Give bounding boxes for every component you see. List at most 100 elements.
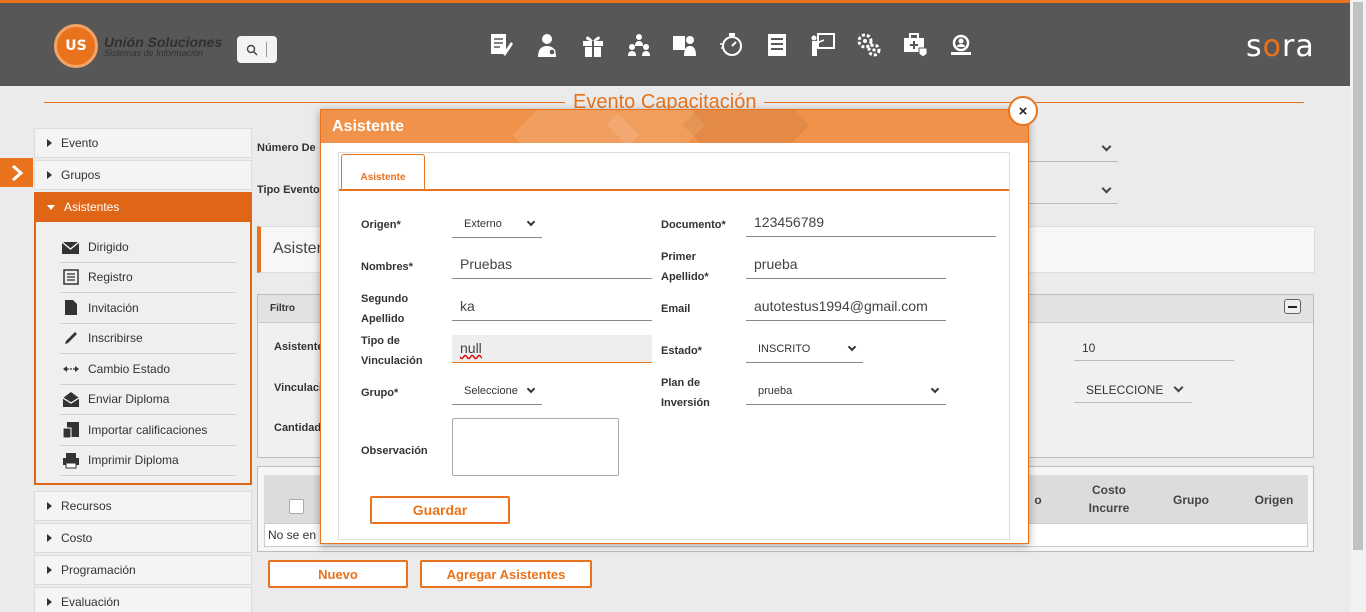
menu-item-programacion[interactable]: Programación	[34, 555, 252, 585]
submenu-item-imprimir-diploma[interactable]: Imprimir Diploma	[60, 446, 236, 476]
caret-right-icon	[47, 502, 52, 510]
grid-col-costo-incurre[interactable]: Costo Incurre	[1076, 481, 1142, 517]
tipo-evento-label: Tipo Evento	[257, 184, 320, 196]
search-people-icon[interactable]	[948, 31, 974, 59]
segundo-apellido-input[interactable]: ka	[452, 293, 652, 321]
primer-apellido-input[interactable]: prueba	[746, 251, 946, 279]
nombres-input[interactable]: Pruebas	[452, 251, 652, 279]
submenu-label: Imprimir Diploma	[88, 453, 179, 468]
nuevo-button[interactable]: Nuevo	[268, 560, 408, 588]
grid-col-grupo[interactable]: Grupo	[1159, 491, 1223, 509]
filter-select[interactable]: SELECCIONE	[1074, 377, 1192, 403]
select-all-checkbox[interactable]	[289, 499, 304, 514]
chevron-down-icon	[930, 384, 940, 394]
collapse-button[interactable]	[1284, 299, 1301, 314]
submenu-item-inscribirse[interactable]: Inscribirse	[60, 324, 236, 354]
import-icon	[60, 421, 82, 439]
estado-label: Estado*	[661, 345, 702, 357]
asistentes-submenu: Dirigido Registro Invitación Inscribirse…	[34, 222, 252, 485]
grid-col-partial[interactable]: o	[1028, 491, 1048, 509]
plan-inversion-select[interactable]: prueba	[746, 379, 946, 405]
menu-item-label: Evento	[61, 136, 99, 150]
estado-value: INSCRITO	[758, 343, 811, 355]
tipo-vinculacion-label: Tipo de Vinculación	[361, 335, 423, 367]
submenu-item-invitacion[interactable]: Invitación	[60, 293, 236, 324]
brand-logo: sora	[1246, 29, 1315, 64]
sidebar-toggle[interactable]	[0, 158, 33, 187]
document-edit-icon[interactable]	[488, 31, 514, 59]
presentation-icon[interactable]	[810, 31, 836, 59]
modal-header[interactable]: Asistente	[321, 110, 1028, 143]
close-icon[interactable]: ×	[1008, 96, 1038, 126]
filter-vinculacion-label: Vinculaci	[274, 382, 323, 394]
numero-label: Número De	[257, 142, 316, 154]
submenu-item-dirigido[interactable]: Dirigido	[60, 232, 236, 263]
submenu-item-cambio-estado[interactable]: Cambio Estado	[60, 354, 236, 385]
grupo-value: Seleccione	[464, 385, 518, 397]
chevron-right-icon	[11, 164, 23, 181]
page-scrollbar[interactable]	[1350, 0, 1366, 612]
documento-input[interactable]: 123456789	[746, 209, 996, 237]
caret-right-icon	[47, 566, 52, 574]
guardar-button[interactable]: Guardar	[370, 496, 510, 524]
document-icon	[60, 299, 82, 317]
caret-right-icon	[47, 171, 52, 179]
submenu-item-registro[interactable]: Registro	[60, 263, 236, 293]
submenu-item-importar-calificaciones[interactable]: Importar calificaciones	[60, 415, 236, 446]
estado-select[interactable]: INSCRITO	[746, 337, 863, 363]
menu-item-costo[interactable]: Costo	[34, 523, 252, 553]
modal-body: Asistente Origen* Externo Nombres* Prueb…	[338, 152, 1010, 540]
submenu-label: Registro	[88, 270, 133, 285]
plan-inversion-label: Plan de Inversión	[661, 377, 710, 409]
submenu-label: Cambio Estado	[88, 361, 171, 376]
menu-item-label: Costo	[61, 531, 93, 545]
menu-item-evento[interactable]: Evento	[34, 128, 252, 158]
gears-icon[interactable]	[856, 31, 882, 59]
email-input[interactable]: autotestus1994@gmail.com	[746, 293, 946, 321]
segundo-apellido-label: Segundo Apellido	[361, 293, 409, 325]
search-button[interactable]	[237, 36, 277, 63]
caret-right-icon	[47, 139, 52, 147]
agregar-asistentes-button[interactable]: Agregar Asistentes	[420, 560, 592, 588]
email-label: Email	[661, 303, 691, 315]
documento-label: Documento*	[661, 219, 726, 231]
observacion-textarea[interactable]	[452, 418, 619, 476]
tab-asistente[interactable]: Asistente	[341, 154, 425, 190]
scrollbar-thumb[interactable]	[1353, 2, 1363, 550]
modal-title: Asistente	[332, 118, 405, 135]
gift-icon[interactable]	[580, 31, 606, 59]
origen-select[interactable]: Externo	[452, 212, 542, 238]
plan-inversion-value: prueba	[758, 385, 793, 397]
person-board-icon[interactable]	[672, 31, 698, 59]
asistente-modal: Asistente Asistente Origen* Externo Nomb…	[320, 109, 1029, 544]
tipo-vinculacion-input[interactable]: null	[452, 335, 652, 363]
pen-icon	[60, 329, 82, 347]
menu-item-grupos[interactable]: Grupos	[34, 160, 252, 190]
grupo-select[interactable]: Seleccione	[452, 379, 542, 405]
caret-right-icon	[47, 598, 52, 606]
menu-item-label: Recursos	[61, 499, 112, 513]
caret-down-icon	[47, 204, 55, 210]
timer-icon[interactable]	[718, 31, 744, 59]
grid-col-origen[interactable]: Origen	[1242, 491, 1306, 509]
brand-letters-end: ra	[1282, 29, 1315, 64]
submenu-label: Invitación	[88, 300, 139, 315]
submenu-item-enviar-diploma[interactable]: Enviar Diploma	[60, 385, 236, 415]
brand-letter-o: o	[1262, 29, 1282, 64]
medical-case-icon[interactable]	[902, 31, 928, 59]
menu-item-recursos[interactable]: Recursos	[34, 491, 252, 521]
brand-letters-start: s	[1246, 29, 1263, 64]
person-icon[interactable]	[534, 31, 560, 59]
group-icon[interactable]	[626, 31, 652, 59]
menu-item-evaluacion[interactable]: Evaluación	[34, 587, 252, 612]
observacion-label: Observación	[361, 445, 428, 457]
company-logo[interactable]: US Unión Soluciones Sistemas de Informac…	[54, 24, 222, 68]
send-envelope-icon	[60, 390, 82, 408]
list-document-icon[interactable]	[764, 31, 790, 59]
filter-cantidad-input[interactable]: 10	[1074, 335, 1234, 361]
origen-value: Externo	[464, 218, 502, 230]
tab-underline	[339, 189, 1009, 191]
left-menu: Evento Grupos Asistentes Dirigido Regist…	[34, 128, 252, 612]
menu-item-asistentes[interactable]: Asistentes	[34, 192, 252, 222]
module-nav	[488, 31, 974, 59]
